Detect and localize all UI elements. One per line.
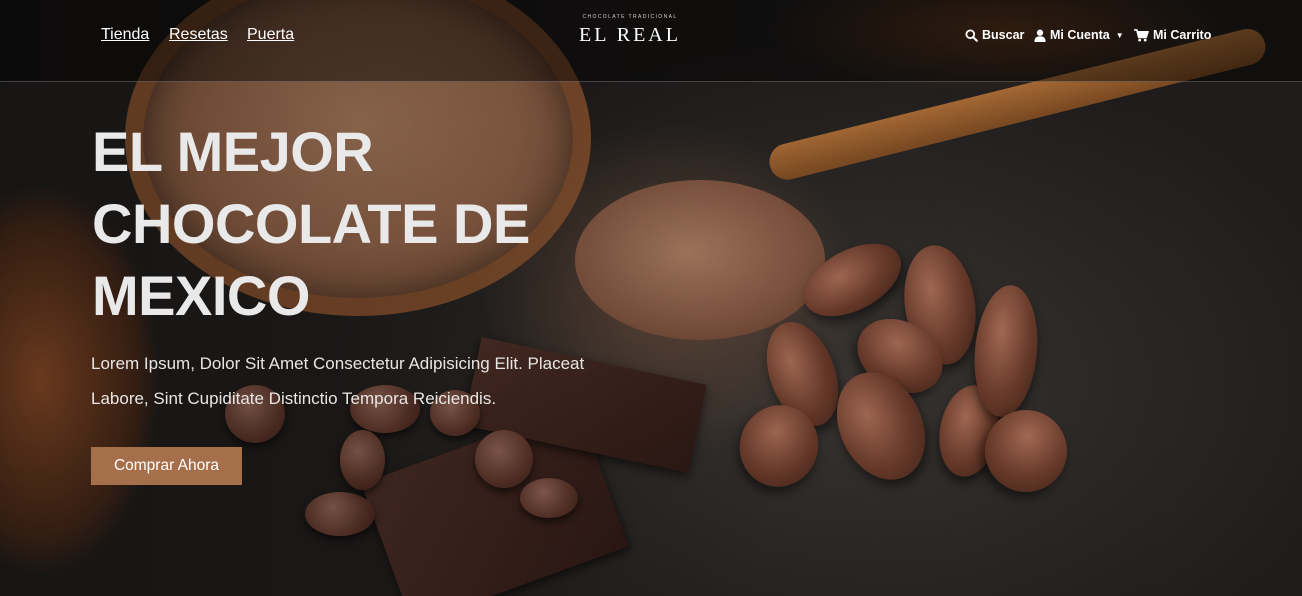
account-label: Mi Cuenta [1050, 28, 1110, 42]
nav-link-puerta[interactable]: Puerta [247, 26, 294, 44]
headline-line: EL MEJOR [92, 120, 374, 183]
cart-label: Mi Carrito [1153, 28, 1212, 42]
brand-name: EL REAL [579, 24, 681, 46]
chevron-down-icon: ▼ [1115, 30, 1124, 40]
tagline-line: Labore, Sint Cupiditate Distinctio Tempo… [91, 389, 497, 408]
headline-line: MEXICO [92, 264, 310, 327]
cart-icon [1134, 28, 1149, 42]
hero-tagline: Lorem Ipsum, Dolor Sit Amet Consectetur … [91, 346, 691, 416]
brand-tagline: CHOCOLATE TRADICIONAL [582, 14, 678, 20]
cart-button[interactable]: Mi Carrito [1134, 28, 1211, 42]
search-label: Buscar [982, 28, 1025, 42]
user-icon [1034, 29, 1046, 42]
top-navbar: Tienda Resetas Puerta CHOCOLATE TRADICIO… [0, 0, 1302, 82]
hero-headline: EL MEJOR CHOCOLATE DE MEXICO [92, 116, 530, 332]
search-button[interactable]: Buscar [965, 28, 1024, 42]
nav-link-tienda[interactable]: Tienda [101, 26, 149, 44]
headline-line: CHOCOLATE DE [92, 192, 530, 255]
tagline-line: Lorem Ipsum, Dolor Sit Amet Consectetur … [91, 354, 585, 373]
nav-link-resetas[interactable]: Resetas [169, 26, 228, 44]
brand-logo[interactable]: CHOCOLATE TRADICIONAL EL REAL [560, 14, 700, 47]
buy-now-button[interactable]: Comprar Ahora [91, 447, 242, 485]
account-menu-button[interactable]: Mi Cuenta ▼ [1034, 28, 1124, 42]
search-icon [965, 28, 978, 42]
